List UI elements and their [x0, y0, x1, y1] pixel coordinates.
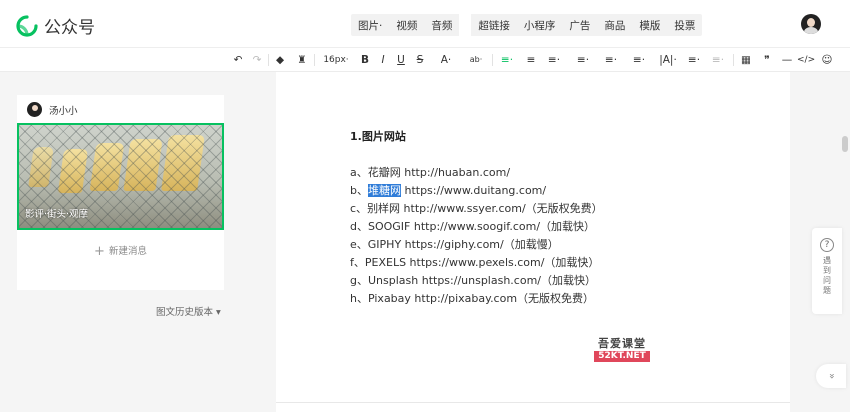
plus-icon: + — [94, 244, 105, 259]
selected-text: 堆糖网 — [367, 184, 401, 197]
divider-icon[interactable]: — — [781, 52, 793, 68]
list-item: c、别样网 http://www.ssyer.com/（无版权免费） — [350, 202, 603, 215]
indent-select[interactable]: ≡· — [629, 52, 649, 68]
line-height-select[interactable]: ≡· — [544, 52, 564, 68]
cover-caption: 影评·街头·观摩 — [25, 209, 89, 220]
menu-item-product[interactable]: 商品 — [597, 18, 632, 33]
redo-icon[interactable]: ↷ — [251, 52, 263, 68]
indent-icon[interactable]: ≡ — [525, 52, 537, 68]
table-icon[interactable]: ▦ — [740, 52, 752, 68]
editor-canvas[interactable]: 1.图片网站 a、花瓣网 http://huaban.com/ b、堆糖网 ht… — [276, 72, 790, 412]
strikethrough-button[interactable]: S — [414, 52, 426, 68]
app-logo[interactable]: 公众号 — [16, 13, 95, 38]
chevron-down-icon: » — [826, 372, 837, 380]
italic-button[interactable]: I — [377, 52, 389, 68]
quote-icon[interactable]: ❞ — [761, 52, 773, 68]
question-icon: ? — [820, 238, 834, 252]
menu-item-ad[interactable]: 广告 — [562, 18, 597, 33]
list-item: h、Pixabay http://pixabay.com（无版权免费） — [350, 292, 595, 305]
scrollbar-thumb[interactable] — [842, 136, 848, 152]
font-size-select[interactable]: 16px· — [320, 52, 352, 68]
list-item: g、Unsplash https://unsplash.com/（加载快） — [350, 274, 596, 287]
author-name: 汤小小 — [49, 105, 78, 117]
list-item: a、花瓣网 http://huaban.com/ — [350, 166, 511, 179]
menu-item-miniprogram[interactable]: 小程序 — [517, 18, 563, 33]
paragraph-spacing-before-select[interactable]: ≡· — [573, 52, 593, 68]
menu-item-image[interactable]: 图片· — [351, 18, 389, 33]
menu-item-template[interactable]: 模版 — [632, 18, 667, 33]
new-message-label: 新建消息 — [108, 246, 147, 257]
letter-spacing-select[interactable]: |A|· — [655, 52, 681, 68]
list-item: b、堆糖网 https://www.duitang.com/ — [350, 184, 547, 197]
collapse-button[interactable]: » — [816, 364, 846, 388]
list-item: f、PEXELS https://www.pexels.com/（加载快） — [350, 256, 600, 269]
background-color-select[interactable]: ab· — [465, 52, 487, 68]
section-heading: 1.图片网站 — [350, 130, 406, 143]
app-title: 公众号 — [44, 18, 95, 38]
menu-item-audio[interactable]: 音频 — [424, 18, 459, 33]
paragraph-spacing-after-select[interactable]: ≡· — [601, 52, 621, 68]
watermark-logo: 吾爱课堂 52KT.NET — [594, 335, 650, 362]
insert-menu: 图片· 视频 音频 超链接 小程序 广告 商品 模版 投票 — [351, 14, 703, 36]
code-icon[interactable]: </> — [797, 52, 815, 68]
wechat-logo-icon — [16, 14, 38, 37]
author-row: 汤小小 — [27, 102, 78, 117]
user-avatar[interactable] — [801, 14, 821, 34]
list-select[interactable]: ≡· — [684, 52, 704, 68]
help-button[interactable]: ? 遇到问题 — [812, 228, 842, 314]
list-item: d、SOOGIF http://www.soogif.com/（加载快） — [350, 220, 596, 233]
new-message-button[interactable]: + 新建消息 — [17, 243, 224, 259]
article-cover-thumbnail[interactable]: 影评·街头·观摩 — [17, 123, 224, 230]
undo-icon[interactable]: ↶ — [232, 52, 244, 68]
numbered-list-select[interactable]: ≡· — [708, 52, 728, 68]
clear-format-icon[interactable]: ♜ — [296, 52, 308, 68]
author-avatar — [27, 102, 42, 117]
article-list-card: 汤小小 影评·街头·观摩 + 新建消息 — [17, 95, 224, 290]
bold-button[interactable]: B — [359, 52, 371, 68]
top-bar: 公众号 图片· 视频 音频 超链接 小程序 广告 商品 模版 投票 — [0, 0, 850, 48]
editor-toolbar: ↶ ↷ ◆ ♜ 16px· B I U S A· ab· ≡· ≡ ≡· ≡· … — [0, 48, 850, 72]
align-left-select[interactable]: ≡· — [497, 52, 517, 68]
history-version-dropdown[interactable]: 图文历史版本 ▾ — [156, 304, 221, 318]
font-color-select[interactable]: A· — [437, 52, 455, 68]
menu-item-vote[interactable]: 投票 — [667, 18, 702, 33]
list-item: e、GIPHY https://giphy.com/（加载慢） — [350, 238, 559, 251]
emoji-icon[interactable]: ☺ — [820, 52, 834, 68]
menu-item-hyperlink[interactable]: 超链接 — [471, 18, 517, 33]
format-brush-icon[interactable]: ◆ — [274, 52, 286, 68]
underline-button[interactable]: U — [395, 52, 407, 68]
menu-item-video[interactable]: 视频 — [389, 18, 424, 33]
help-label: 遇到问题 — [823, 256, 831, 295]
